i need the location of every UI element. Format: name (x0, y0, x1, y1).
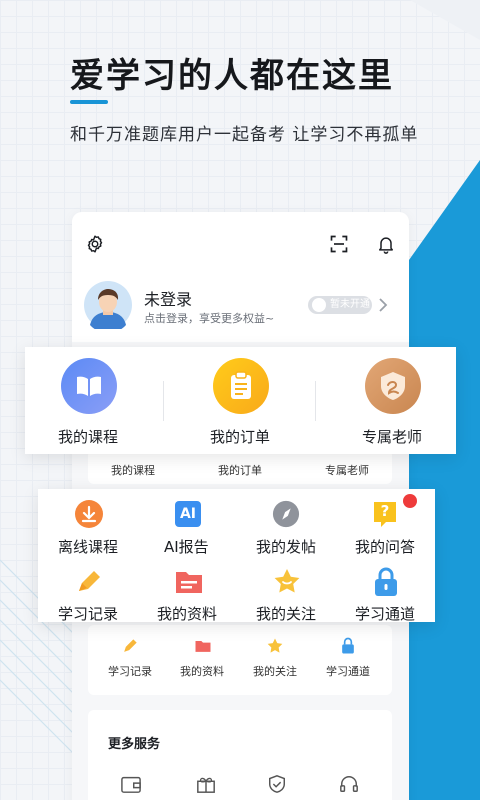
my-follows-label[interactable]: 我的关注 (256, 603, 316, 624)
star-icon[interactable] (272, 567, 302, 597)
question-mark: ? (380, 502, 390, 520)
lock-icon[interactable] (373, 567, 399, 597)
offline-courses-label[interactable]: 离线课程 (58, 536, 118, 557)
vip-status-label: 暂未开通 (330, 299, 370, 310)
study-channel-label[interactable]: 学习通道 (355, 603, 415, 624)
vip-diamond-icon (312, 298, 326, 312)
pencil-icon[interactable] (74, 567, 104, 597)
study-records-label[interactable]: 学习记录 (58, 603, 118, 624)
teacher-badge-icon (365, 358, 421, 414)
inner-main-label: 我的课程 (111, 464, 155, 477)
hero-title: 爱学习的人都在这里 (70, 56, 394, 96)
hero-underline (70, 100, 108, 104)
divider (163, 381, 164, 421)
clipboard-icon (213, 358, 269, 414)
inner-tools-label: 我的资料 (180, 665, 224, 678)
inner-tools-label: 学习通道 (326, 665, 370, 678)
exclusive-teacher-button[interactable] (362, 358, 424, 418)
hero-subtitle: 和千万准题库用户一起备考 让学习不再孤单 (70, 125, 419, 145)
my-orders-button[interactable] (210, 358, 272, 418)
folder-icon (195, 641, 211, 652)
inner-main-label: 专属老师 (325, 464, 369, 477)
vip-status-badge[interactable]: 暂未开通 (308, 296, 372, 314)
avatar[interactable] (84, 281, 132, 329)
my-posts-label[interactable]: 我的发帖 (256, 536, 316, 557)
scan-icon[interactable] (329, 234, 349, 254)
gear-icon[interactable] (84, 233, 106, 255)
lock-icon (342, 637, 354, 654)
gift-icon[interactable] (195, 774, 217, 794)
compass-icon[interactable] (272, 500, 300, 528)
ai-report-label[interactable]: AI报告 (164, 536, 209, 557)
profile-login-hint[interactable]: 点击登录，享受更多权益~ (144, 310, 274, 326)
wallet-icon[interactable] (120, 774, 142, 794)
notification-dot (403, 494, 417, 508)
book-icon (61, 358, 117, 414)
inner-tools-label: 学习记录 (108, 665, 152, 678)
ai-icon[interactable]: AI (175, 501, 201, 527)
bell-icon[interactable] (376, 234, 396, 254)
headset-icon[interactable] (338, 774, 360, 794)
pencil-icon (124, 639, 137, 652)
shield-icon[interactable] (266, 774, 288, 794)
my-orders-label[interactable]: 我的订单 (210, 426, 270, 447)
my-qa-label[interactable]: 我的问答 (355, 536, 415, 557)
star-icon (267, 638, 283, 653)
profile-name[interactable]: 未登录 (144, 286, 192, 310)
folder-icon[interactable] (174, 568, 204, 596)
divider (315, 381, 316, 421)
more-services-title: 更多服务 (108, 737, 161, 752)
my-courses-label[interactable]: 我的课程 (58, 426, 118, 447)
my-courses-button[interactable] (58, 358, 120, 418)
inner-tools-label: 我的关注 (253, 665, 297, 678)
exclusive-teacher-label[interactable]: 专属老师 (362, 426, 422, 447)
chevron-right-icon[interactable] (378, 298, 388, 312)
my-materials-label[interactable]: 我的资料 (157, 603, 217, 624)
my-qa-button[interactable]: ? (372, 500, 398, 528)
download-icon[interactable] (74, 499, 104, 529)
inner-main-label: 我的订单 (218, 464, 262, 477)
